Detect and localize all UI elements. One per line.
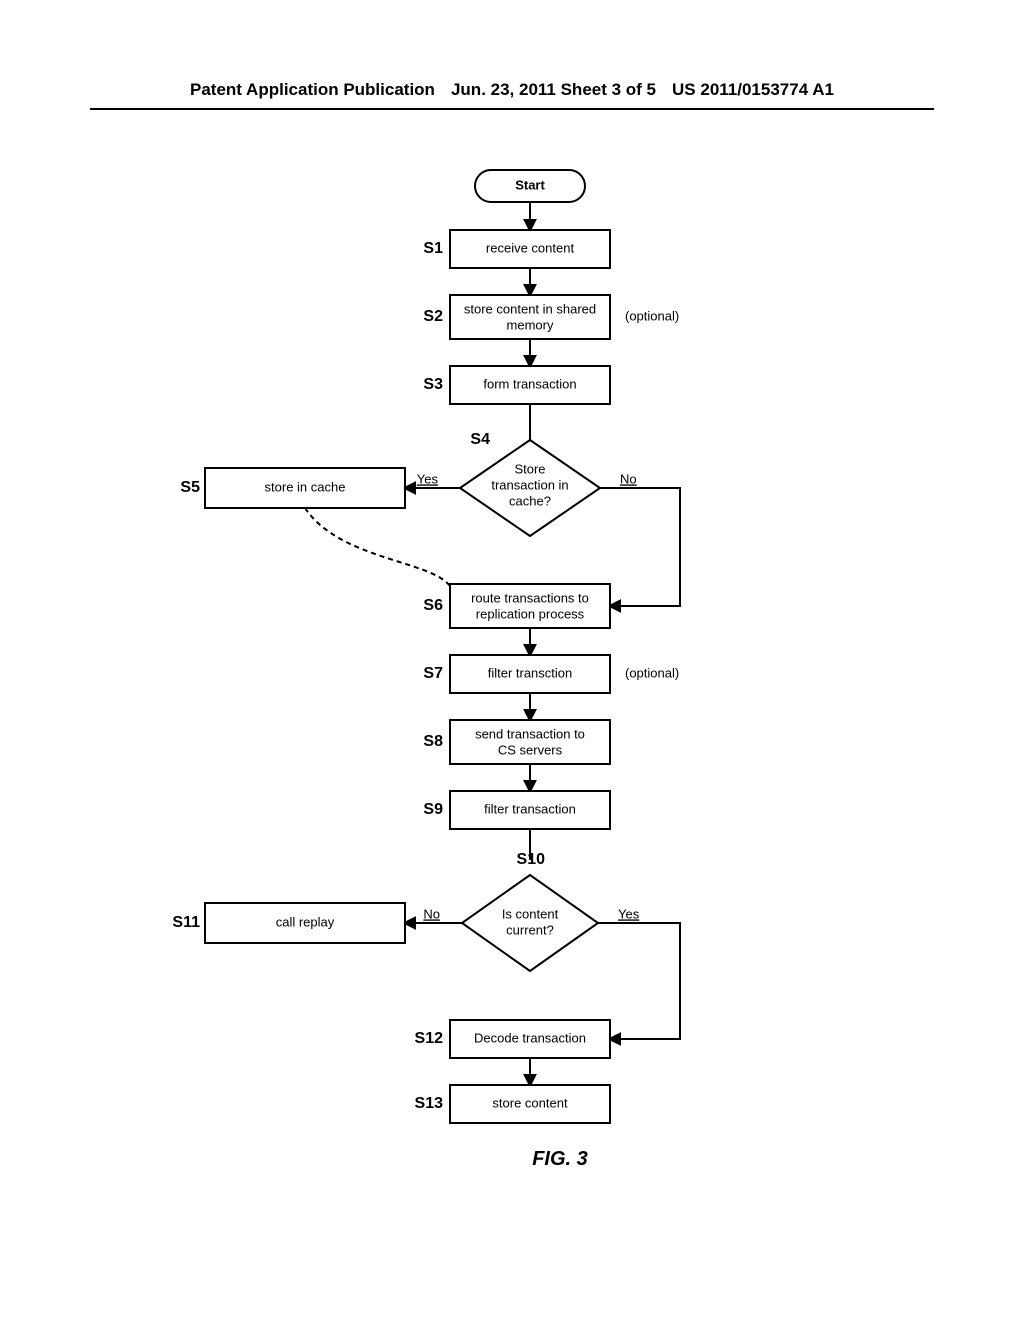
- svg-text:store content in shared: store content in shared: [464, 301, 596, 316]
- svg-text:CS servers: CS servers: [498, 742, 563, 757]
- svg-text:S10: S10: [517, 851, 546, 868]
- step-s11: call replay S11: [172, 903, 405, 943]
- svg-text:filter transaction: filter transaction: [484, 801, 576, 816]
- header-left: Patent Application Publication: [190, 80, 435, 100]
- svg-text:store in cache: store in cache: [265, 479, 346, 494]
- svg-text:Yes: Yes: [618, 906, 640, 921]
- header-right: US 2011/0153774 A1: [672, 80, 834, 100]
- svg-text:current?: current?: [506, 922, 554, 937]
- step-s4-decision: Store transaction in cache? S4: [460, 431, 600, 536]
- page-header: Patent Application Publication Jun. 23, …: [90, 80, 934, 110]
- flowchart-figure: Start receive content S1 store content i…: [0, 140, 1024, 1240]
- step-s3: form transaction S3: [423, 366, 610, 404]
- svg-text:call replay: call replay: [276, 914, 335, 929]
- svg-text:form transaction: form transaction: [483, 376, 576, 391]
- svg-text:S13: S13: [415, 1095, 444, 1112]
- svg-text:S1: S1: [423, 240, 443, 257]
- svg-text:S8: S8: [423, 733, 443, 750]
- svg-text:(optional): (optional): [625, 665, 679, 680]
- svg-text:S6: S6: [423, 597, 443, 614]
- svg-text:No: No: [620, 471, 637, 486]
- step-s1: receive content S1: [423, 230, 610, 268]
- svg-text:transaction in: transaction in: [491, 477, 568, 492]
- svg-text:Is content: Is content: [502, 906, 559, 921]
- step-s8: send transaction to CS servers S8: [423, 720, 610, 764]
- svg-text:S9: S9: [423, 801, 443, 818]
- svg-text:filter transction: filter transction: [488, 665, 573, 680]
- svg-text:Yes: Yes: [417, 471, 439, 486]
- svg-text:S7: S7: [423, 665, 443, 682]
- step-s6: route transactions to replication proces…: [423, 584, 610, 628]
- step-s10-decision: Is content current? S10: [462, 851, 598, 971]
- svg-text:S11: S11: [172, 914, 200, 931]
- svg-text:Store: Store: [514, 461, 545, 476]
- svg-text:cache?: cache?: [509, 493, 551, 508]
- svg-text:replication process: replication process: [476, 606, 585, 621]
- svg-text:receive content: receive content: [486, 240, 575, 255]
- svg-text:Decode transaction: Decode transaction: [474, 1030, 586, 1045]
- header-center: Jun. 23, 2011 Sheet 3 of 5: [451, 80, 656, 100]
- svg-text:send transaction to: send transaction to: [475, 726, 585, 741]
- svg-text:S5: S5: [180, 479, 200, 496]
- step-s2: store content in shared memory S2 (optio…: [423, 295, 679, 339]
- svg-text:memory: memory: [507, 317, 554, 332]
- svg-text:(optional): (optional): [625, 308, 679, 323]
- step-s13: store content S13: [415, 1085, 610, 1123]
- svg-text:store content: store content: [492, 1095, 568, 1110]
- svg-text:S2: S2: [423, 308, 443, 325]
- step-s9: filter transaction S9: [423, 791, 610, 829]
- svg-text:Start: Start: [515, 177, 545, 192]
- svg-text:S12: S12: [415, 1030, 444, 1047]
- step-s7: filter transction S7 (optional): [423, 655, 679, 693]
- step-s5: store in cache S5: [180, 468, 405, 508]
- svg-text:route transactions to: route transactions to: [471, 590, 589, 605]
- svg-text:No: No: [423, 906, 440, 921]
- svg-text:S3: S3: [423, 376, 443, 393]
- svg-text:S4: S4: [470, 431, 490, 448]
- figure-caption: FIG. 3: [532, 1148, 588, 1170]
- start-terminator: Start: [475, 170, 585, 202]
- step-s12: Decode transaction S12: [415, 1020, 610, 1058]
